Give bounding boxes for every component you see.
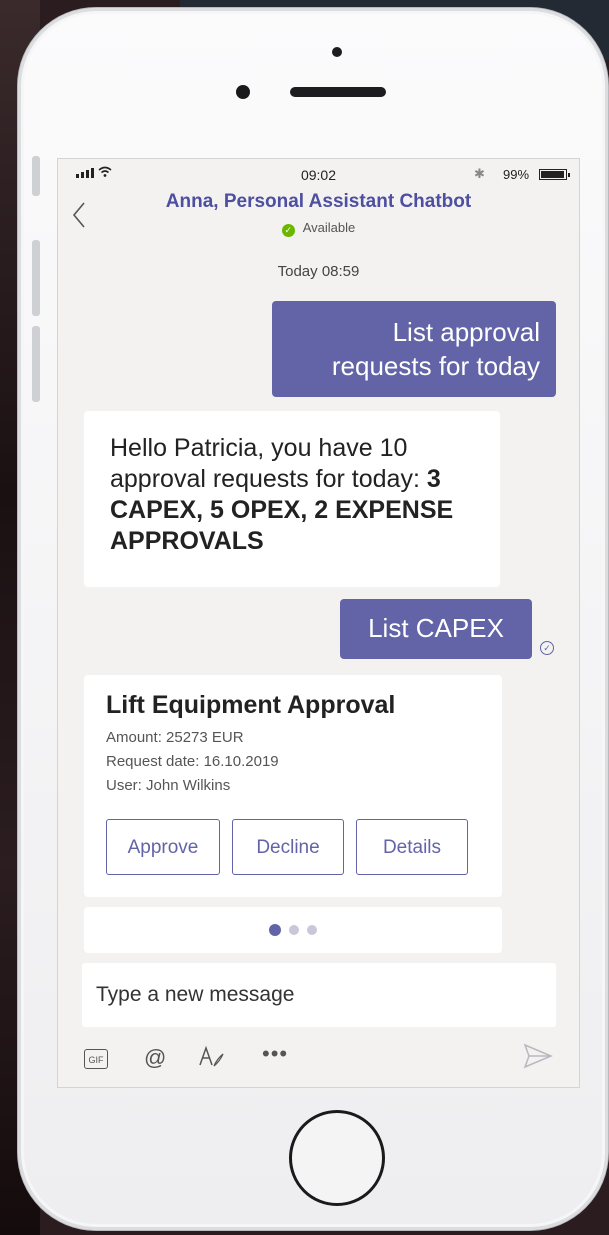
home-button[interactable] bbox=[289, 1110, 385, 1206]
more-options-icon[interactable]: ••• bbox=[262, 1041, 288, 1067]
chat-header: Anna, Personal Assistant Chatbot ✓ Availa… bbox=[58, 187, 579, 242]
message-text: List CAPEX bbox=[368, 613, 504, 643]
decline-button[interactable]: Decline bbox=[232, 819, 344, 875]
presence-label: Available bbox=[302, 220, 356, 235]
composer-toolbar: GIF @ ••• bbox=[58, 1033, 579, 1083]
date-separator: Today 08:59 bbox=[277, 263, 360, 280]
message-text: Hello Patricia, you have 10 approval req… bbox=[110, 434, 420, 493]
front-camera bbox=[236, 85, 250, 99]
chat-title[interactable]: Anna, Personal Assistant Chatbot bbox=[58, 191, 579, 213]
phone-screen: 09:02 ✱ 99% Anna, Personal Assistant Cha… bbox=[57, 158, 580, 1088]
presence-status: ✓ Available bbox=[58, 220, 579, 237]
carousel-dot[interactable] bbox=[289, 925, 299, 935]
volume-up-button bbox=[32, 240, 40, 316]
bluetooth-icon: ✱ bbox=[474, 166, 485, 181]
details-button[interactable]: Details bbox=[356, 819, 468, 875]
card-user: User: John Wilkins bbox=[106, 777, 231, 794]
carousel-dot[interactable] bbox=[307, 925, 317, 935]
bot-message-bubble: Hello Patricia, you have 10 approval req… bbox=[84, 411, 500, 587]
approve-button[interactable]: Approve bbox=[106, 819, 220, 875]
status-bar: 09:02 ✱ 99% bbox=[58, 159, 579, 187]
mute-switch bbox=[32, 156, 40, 196]
available-check-icon: ✓ bbox=[281, 224, 295, 237]
card-actions: Approve Decline Details bbox=[106, 819, 468, 875]
volume-down-button bbox=[32, 326, 40, 402]
card-title: Lift Equipment Approval bbox=[106, 691, 396, 719]
gif-icon[interactable]: GIF bbox=[84, 1049, 108, 1069]
battery-percentage: 99% bbox=[503, 167, 530, 182]
card-amount: Amount: 25273 EUR bbox=[106, 729, 244, 746]
format-icon[interactable] bbox=[198, 1045, 226, 1075]
earpiece-speaker bbox=[290, 87, 386, 97]
card-request-date: Request date: 16.10.2019 bbox=[106, 753, 279, 770]
user-message-bubble: List CAPEX bbox=[340, 599, 532, 659]
user-message-bubble: List approval requests for today bbox=[272, 301, 556, 397]
message-input[interactable]: Type a new message bbox=[82, 963, 556, 1027]
proximity-sensor bbox=[332, 47, 342, 57]
battery-icon bbox=[539, 169, 570, 180]
approval-card: Lift Equipment Approval Amount: 25273 EU… bbox=[84, 675, 502, 897]
read-receipt-icon: ✓ bbox=[540, 641, 554, 655]
status-time: 09:02 bbox=[300, 167, 337, 183]
carousel-indicator bbox=[84, 907, 502, 953]
send-icon[interactable] bbox=[523, 1043, 553, 1071]
mention-icon[interactable]: @ bbox=[144, 1045, 166, 1071]
message-text: List approval requests for today bbox=[331, 317, 540, 381]
carousel-dot-active[interactable] bbox=[269, 924, 281, 936]
